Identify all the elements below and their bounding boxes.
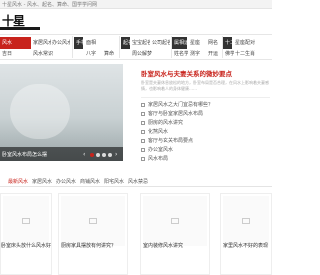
news-list-item[interactable]: 家居风水之大门宜忌有哪些？	[141, 101, 213, 108]
card-title[interactable]: 卧室床头放什么风水好	[1, 242, 51, 249]
nav-divider	[119, 36, 120, 58]
image-placeholder-icon	[242, 218, 250, 224]
news-list-item[interactable]: 厨房的风水讲究	[141, 119, 183, 126]
news-list-item[interactable]: 客厅与玄关布局要点	[141, 137, 193, 144]
headline-summary: 卧室是夫妻休息放松的地方，卧室布局是否合理，在风水上影响着夫妻感情，也影响着人的…	[141, 80, 269, 91]
card-title[interactable]: 厨房家具摆放有何讲究？	[61, 242, 116, 249]
article-card[interactable]: 家里风水不好的表现	[220, 193, 272, 275]
news-list-item[interactable]: 化煞风水	[141, 128, 168, 135]
nav-item-bazi[interactable]: 八字	[86, 48, 102, 60]
bullet-icon	[141, 102, 145, 107]
nav-item-auspicious-day[interactable]: 吉日	[0, 48, 31, 60]
card-title[interactable]: 室内装修风水讲究	[143, 242, 183, 249]
nav-item-palm-reading[interactable]: 手相	[74, 37, 83, 49]
article-card[interactable]: 厨房家具摆放有何讲究？	[58, 193, 128, 275]
tab-latest[interactable]: 最新风水	[8, 178, 28, 185]
nav-divider	[171, 36, 172, 58]
news-item-label: 办公室风水	[148, 147, 174, 153]
logo-bar	[0, 27, 40, 30]
hero-image	[10, 84, 70, 139]
top-bar: 十星风水 - 风水、起名、算命、国学学问网	[0, 0, 272, 9]
hero-slideshow[interactable]: 卧室风水布局怎么摆	[0, 64, 123, 161]
bullet-icon	[141, 120, 145, 125]
hero-caption[interactable]: 卧室风水布局怎么摆	[2, 151, 47, 158]
tab-residence-feng-shui[interactable]: 阳宅风水	[104, 178, 124, 185]
image-placeholder-icon	[22, 218, 30, 224]
nav-item-good-luck[interactable]: 开运	[208, 48, 222, 60]
slide-dot[interactable]	[102, 153, 106, 157]
nav-item-buddhism[interactable]: 佛学	[223, 48, 234, 60]
bullet-icon	[141, 138, 145, 143]
news-list-item[interactable]: 客厅与卧室家居风水布局	[141, 110, 203, 117]
card-thumbnail	[223, 196, 269, 246]
slide-next-icon[interactable]: ›	[115, 151, 117, 158]
tab-shop-feng-shui[interactable]: 商铺风水	[80, 178, 100, 185]
nav-item-naming[interactable]: 起名	[121, 37, 130, 49]
card-title[interactable]: 家里风水不好的表现	[223, 242, 268, 249]
nav-item-word-test[interactable]: 测字	[190, 48, 206, 60]
card-thumbnail	[61, 196, 125, 246]
tab-taboos[interactable]: 风水禁忌	[128, 178, 148, 185]
news-list-item[interactable]: 风水布局	[141, 155, 168, 162]
tab-office-feng-shui[interactable]: 办公风水	[56, 178, 76, 185]
news-item-label: 客厅与玄关布局要点	[148, 138, 194, 144]
news-item-label: 化煞风水	[148, 129, 169, 135]
nav-divider	[72, 36, 73, 58]
nav-item-name-study[interactable]: 姓名学	[172, 48, 188, 60]
bullet-icon	[141, 156, 145, 161]
slide-dot[interactable]	[96, 153, 100, 157]
slide-dot[interactable]	[90, 153, 94, 157]
news-item-label: 厨房的风水讲究	[148, 120, 184, 126]
main-nav: 风水 家居风水 办公风水 手相 面相 起名 宝宝起名 公司起名 属相运势 星座 …	[0, 34, 272, 60]
divider	[141, 97, 270, 98]
bullet-icon	[141, 111, 145, 116]
news-list-item[interactable]: 办公室风水	[141, 146, 173, 153]
article-card[interactable]: 卧室床头放什么风水好	[0, 193, 52, 275]
news-item-label: 风水布局	[148, 156, 169, 162]
nav-item-zodiac-animals[interactable]: 十二生肖	[235, 48, 271, 60]
bullet-icon	[141, 147, 145, 152]
card-thumbnail	[143, 196, 207, 246]
top-bar-text: 十星风水 - 风水、起名、算命、国学学问网	[2, 2, 97, 8]
tab-underline	[0, 186, 272, 187]
news-item-label: 家居风水之大门宜忌有哪些？	[148, 102, 214, 108]
image-placeholder-icon	[171, 218, 179, 224]
slide-prev-icon[interactable]: ‹	[83, 151, 85, 158]
card-thumbnail	[3, 196, 49, 246]
image-placeholder-icon	[89, 218, 97, 224]
nav-divider	[222, 36, 223, 58]
tab-home-feng-shui[interactable]: 家居风水	[32, 178, 52, 185]
bullet-icon	[141, 129, 145, 134]
nav-item-dream-interpretation[interactable]: 周公解梦	[132, 48, 170, 60]
article-card[interactable]: 室内装修风水讲究	[140, 193, 210, 275]
nav-item-feng-shui-basics[interactable]: 风水常识	[33, 48, 69, 60]
slide-dot[interactable]	[108, 153, 112, 157]
headline-title[interactable]: 卧室风水与夫妻关系的微妙要点	[141, 68, 232, 78]
news-item-label: 客厅与卧室家居风水布局	[148, 111, 204, 117]
nav-item-fortune-telling[interactable]: 算命	[104, 48, 120, 60]
